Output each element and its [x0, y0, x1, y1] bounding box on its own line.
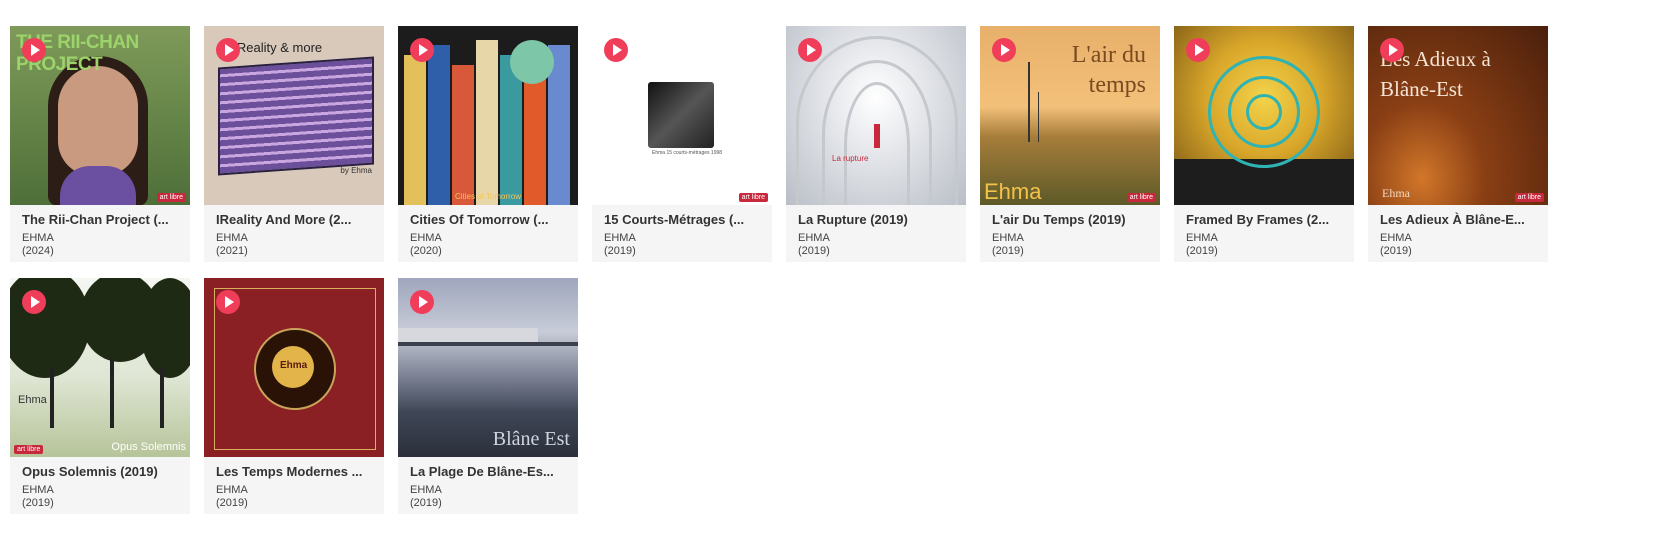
album-card[interactable]: Cities of Tomorrow Cities Of Tomorrow (.… — [398, 26, 578, 262]
cover-text: Ehma 15 courts-métrages 1998 — [652, 150, 723, 156]
play-icon[interactable] — [604, 38, 628, 62]
license-badge: art libre — [1126, 193, 1156, 202]
play-icon[interactable] — [216, 290, 240, 314]
album-title[interactable]: The Rii-Chan Project (... — [22, 212, 190, 227]
cover-text: Opus Solemnis — [111, 441, 186, 453]
album-grid: THE RII-CHAN PROJECT art libre The Rii-C… — [10, 26, 1548, 514]
cover-text: lReality & more — [234, 40, 323, 55]
album-year: (2019) — [22, 497, 54, 509]
album-cover[interactable]: Ehma 15 courts-métrages 1998 art libre — [592, 26, 772, 205]
album-title[interactable]: IReality And More (2... — [216, 212, 384, 227]
album-card[interactable]: Les Adieux à Blâne-Est Ehma art libre Le… — [1368, 26, 1548, 262]
album-card[interactable]: THE RII-CHAN PROJECT art libre The Rii-C… — [10, 26, 190, 262]
album-artist[interactable]: EHMA — [1186, 232, 1354, 245]
album-cover[interactable]: Les Adieux à Blâne-Est Ehma art libre — [1368, 26, 1548, 205]
cover-subtext: Ehma — [1382, 186, 1410, 200]
album-cover[interactable]: THE RII-CHAN PROJECT art libre — [10, 26, 190, 205]
album-title[interactable]: Framed By Frames (2... — [1186, 212, 1354, 227]
album-year: (2024) — [22, 245, 54, 257]
album-title[interactable]: 15 Courts-Métrages (... — [604, 212, 772, 227]
album-year: (2019) — [410, 497, 442, 509]
cover-text: Cities of Tomorrow — [454, 192, 522, 201]
album-cover[interactable]: Ehma — [204, 278, 384, 457]
license-badge: art libre — [738, 193, 768, 202]
album-card[interactable]: L'air du temps Ehma art libre L'air Du T… — [980, 26, 1160, 262]
album-year: (2020) — [410, 245, 442, 257]
license-badge: art libre — [156, 193, 186, 202]
album-artist[interactable]: EHMA — [216, 484, 384, 497]
play-icon[interactable] — [22, 38, 46, 62]
cover-text: Ehma — [280, 360, 308, 371]
album-title[interactable]: La Rupture (2019) — [798, 212, 966, 227]
album-title[interactable]: Opus Solemnis (2019) — [22, 464, 190, 479]
album-cover[interactable]: Cities of Tomorrow — [398, 26, 578, 205]
album-cover[interactable]: La rupture — [786, 26, 966, 205]
album-card[interactable]: Ehma 15 courts-métrages 1998 art libre 1… — [592, 26, 772, 262]
album-year: (2019) — [216, 497, 248, 509]
album-title[interactable]: L'air Du Temps (2019) — [992, 212, 1160, 227]
album-artist[interactable]: EHMA — [604, 232, 772, 245]
album-cover[interactable] — [1174, 26, 1354, 205]
album-artist[interactable]: EHMA — [1380, 232, 1548, 245]
album-cover[interactable]: lReality & more by Ehma — [204, 26, 384, 205]
album-title[interactable]: Cities Of Tomorrow (... — [410, 212, 578, 227]
play-icon[interactable] — [22, 290, 46, 314]
album-year: (2019) — [604, 245, 636, 257]
album-artist[interactable]: EHMA — [216, 232, 384, 245]
play-icon[interactable] — [410, 290, 434, 314]
cover-subtext: by Ehma — [340, 166, 372, 175]
album-card[interactable]: Framed By Frames (2... EHMA (2019) — [1174, 26, 1354, 262]
cover-text: Blâne Est — [492, 428, 570, 450]
album-artist[interactable]: EHMA — [992, 232, 1160, 245]
album-card[interactable]: lReality & more by Ehma IReality And Mor… — [204, 26, 384, 262]
album-cover[interactable]: L'air du temps Ehma art libre — [980, 26, 1160, 205]
album-year: (2019) — [1380, 245, 1412, 257]
album-artist[interactable]: EHMA — [410, 232, 578, 245]
album-artist[interactable]: EHMA — [22, 232, 190, 245]
album-cover[interactable]: Ehma Opus Solemnis art libre — [10, 278, 190, 457]
album-year: (2019) — [1186, 245, 1218, 257]
album-artist[interactable]: EHMA — [798, 232, 966, 245]
album-artist[interactable]: EHMA — [22, 484, 190, 497]
play-icon[interactable] — [1380, 38, 1404, 62]
play-icon[interactable] — [992, 38, 1016, 62]
play-icon[interactable] — [216, 38, 240, 62]
album-title[interactable]: La Plage De Blâne-Es... — [410, 464, 578, 479]
license-badge: art libre — [14, 445, 44, 454]
album-card[interactable]: Ehma Opus Solemnis art libre Opus Solemn… — [10, 278, 190, 514]
cover-text: L'air du temps — [1071, 42, 1146, 98]
cover-subtext: Ehma — [18, 394, 47, 406]
cover-text: La rupture — [832, 154, 869, 163]
album-year: (2019) — [798, 245, 830, 257]
album-card[interactable]: Ehma Les Temps Modernes ... EHMA (2019) — [204, 278, 384, 514]
album-card[interactable]: La rupture La Rupture (2019) EHMA (2019) — [786, 26, 966, 262]
play-icon[interactable] — [410, 38, 434, 62]
album-title[interactable]: Les Temps Modernes ... — [216, 464, 384, 479]
album-cover[interactable]: Blâne Est — [398, 278, 578, 457]
play-icon[interactable] — [798, 38, 822, 62]
album-year: (2021) — [216, 245, 248, 257]
album-year: (2019) — [992, 245, 1024, 257]
album-artist[interactable]: EHMA — [410, 484, 578, 497]
cover-subtext: Ehma — [984, 179, 1042, 204]
album-card[interactable]: Blâne Est La Plage De Blâne-Es... EHMA (… — [398, 278, 578, 514]
play-icon[interactable] — [1186, 38, 1210, 62]
album-title[interactable]: Les Adieux À Blâne-E... — [1380, 212, 1548, 227]
license-badge: art libre — [1514, 193, 1544, 202]
cover-text: Les Adieux à Blâne-Est — [1380, 47, 1491, 101]
